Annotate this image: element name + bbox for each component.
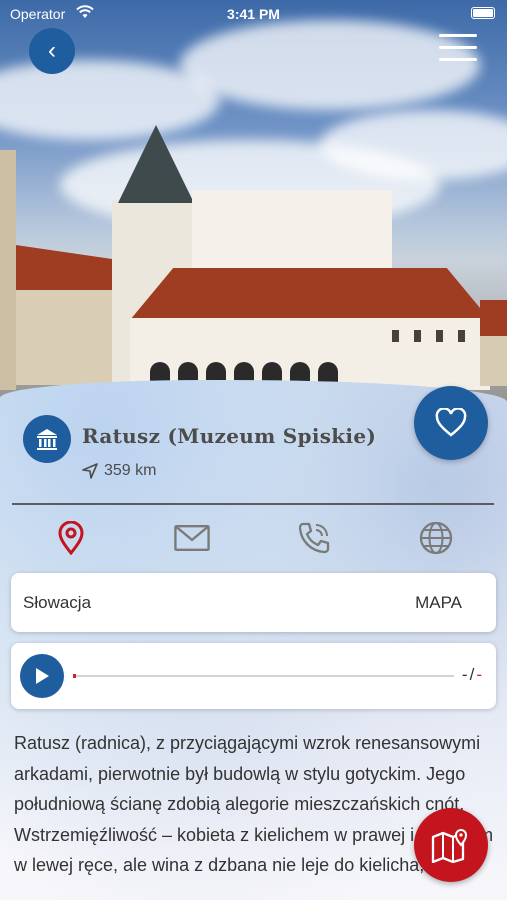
audio-player: -/- bbox=[11, 643, 496, 709]
location-pin-icon bbox=[58, 521, 84, 555]
place-title: Ratusz (Muzeum Spiskie) bbox=[82, 424, 377, 448]
museum-building-icon bbox=[37, 429, 57, 450]
website-button[interactable] bbox=[418, 520, 454, 556]
heart-icon bbox=[435, 408, 467, 437]
audio-progress-track[interactable] bbox=[73, 674, 454, 678]
location-card: Słowacja MAPA bbox=[11, 573, 496, 632]
hamburger-icon-line bbox=[439, 34, 477, 37]
favorite-button[interactable] bbox=[414, 386, 488, 460]
play-button[interactable] bbox=[20, 654, 64, 698]
location-pin-button[interactable] bbox=[53, 520, 89, 556]
audio-time-total: - bbox=[476, 665, 484, 684]
divider bbox=[12, 503, 494, 505]
museum-category-icon bbox=[23, 415, 71, 463]
play-icon bbox=[36, 668, 49, 684]
distance-row: 359 km bbox=[82, 462, 156, 480]
envelope-icon bbox=[174, 524, 210, 552]
navigation-arrow-icon bbox=[82, 463, 98, 479]
menu-button[interactable] bbox=[439, 34, 477, 68]
clock: 3:41 PM bbox=[227, 6, 280, 22]
status-bar: Operator 3:41 PM bbox=[0, 0, 507, 28]
back-button[interactable]: ‹ bbox=[29, 28, 75, 74]
map-fab-button[interactable] bbox=[414, 808, 488, 882]
country-label: Słowacja bbox=[23, 593, 92, 612]
hamburger-icon-line bbox=[439, 46, 477, 49]
battery-icon bbox=[471, 7, 495, 19]
email-button[interactable] bbox=[174, 520, 210, 556]
map-link[interactable]: MAPA bbox=[415, 593, 462, 613]
distance-label: 359 km bbox=[104, 462, 157, 479]
audio-progress-head[interactable] bbox=[73, 674, 76, 678]
phone-icon bbox=[298, 522, 330, 554]
hamburger-icon-line bbox=[439, 58, 477, 61]
chevron-left-icon: ‹ bbox=[48, 37, 56, 64]
map-pin-icon bbox=[431, 829, 468, 863]
audio-time-label: -/- bbox=[462, 665, 484, 685]
phone-button[interactable] bbox=[296, 520, 332, 556]
audio-time-current: - bbox=[461, 665, 470, 684]
globe-icon bbox=[419, 521, 453, 555]
hero-photo bbox=[0, 0, 507, 420]
